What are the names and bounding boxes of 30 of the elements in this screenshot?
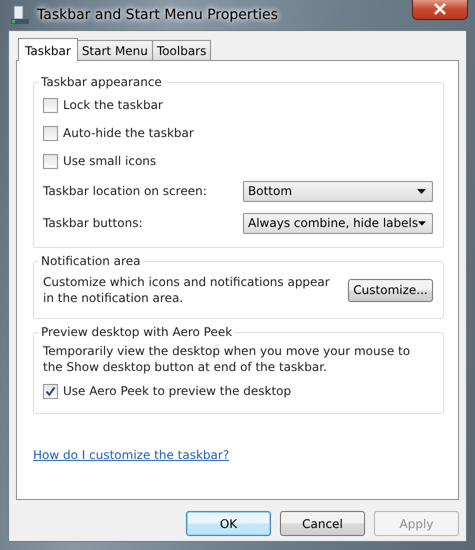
description: Customize which icons and notifications appear in the notification area.: [43, 274, 331, 307]
checkbox[interactable]: [43, 98, 58, 112]
group-title: Preview desktop with Aero Peek: [40, 325, 234, 339]
checkbox[interactable]: [43, 384, 58, 398]
checkbox[interactable]: [43, 154, 58, 168]
close-button[interactable]: [412, 0, 468, 20]
group-title: Taskbar appearance: [40, 75, 163, 89]
dropdown[interactable]: Always combine, hide labels: [243, 212, 433, 234]
close-icon: [433, 3, 447, 15]
help-link[interactable]: How do I customize the taskbar?: [33, 448, 230, 462]
description: Temporarily view the desktop when you move your mouse to the Show desktop button at end of the taskbar.: [43, 343, 412, 376]
field-label: Taskbar buttons:: [43, 216, 142, 230]
checkbox-label[interactable]: Auto-hide the taskbar: [63, 126, 194, 140]
checkbox[interactable]: [43, 126, 58, 140]
window-title: Taskbar and Start Menu Properties: [37, 7, 278, 23]
group-title: Notification area: [40, 254, 142, 268]
dropdown[interactable]: Bottom: [243, 180, 433, 202]
tab[interactable]: Start Menu: [76, 40, 153, 60]
window-icon: [10, 5, 30, 25]
cancel-button[interactable]: Cancel: [280, 511, 365, 536]
field-label: Taskbar location on screen:: [43, 184, 207, 198]
customize-button[interactable]: Customize...: [348, 278, 433, 302]
tab[interactable]: Taskbar: [18, 38, 78, 61]
checkbox-label[interactable]: Use small icons: [63, 154, 156, 168]
ok-button[interactable]: OK: [186, 511, 271, 536]
tab[interactable]: Toolbars: [152, 40, 212, 60]
caret-icon: [418, 220, 426, 226]
caret-icon: [417, 188, 426, 194]
checkbox-label[interactable]: Use Aero Peek to preview the desktop: [63, 384, 292, 398]
checkbox-label[interactable]: Lock the taskbar: [63, 98, 163, 112]
